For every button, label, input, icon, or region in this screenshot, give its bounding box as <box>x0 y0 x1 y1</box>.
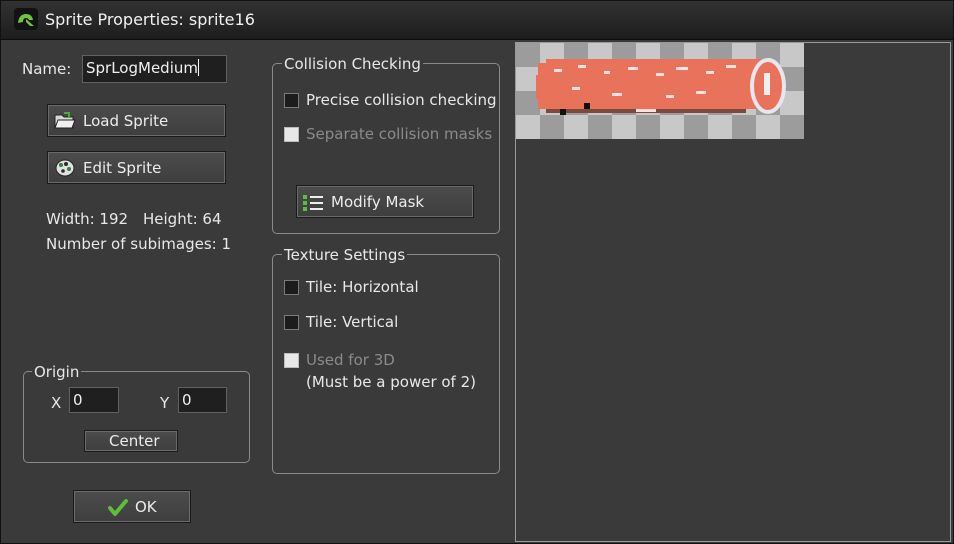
height-info: Height: 64 <box>143 210 222 228</box>
texture-settings-title: Texture Settings <box>282 246 408 264</box>
ok-button[interactable]: OK <box>73 490 191 523</box>
origin-x-input[interactable]: 0 <box>69 387 119 413</box>
subimages-info: Number of subimages: 1 <box>46 235 231 253</box>
collision-checking-title: Collision Checking <box>282 55 423 73</box>
used-for-3d-checkbox[interactable] <box>284 353 299 368</box>
modify-mask-button[interactable]: Modify Mask <box>296 185 474 218</box>
sprite-image <box>516 43 804 139</box>
center-label: Center <box>109 432 160 450</box>
edit-sprite-label: Edit Sprite <box>83 158 162 177</box>
load-sprite-label: Load Sprite <box>83 111 169 130</box>
precise-collision-label: Precise collision checking <box>306 91 497 109</box>
origin-title: Origin <box>32 363 82 381</box>
origin-x-label: X <box>51 394 62 412</box>
tile-horizontal-checkbox[interactable] <box>284 280 299 295</box>
separate-masks-checkbox[interactable] <box>284 127 299 142</box>
tile-vertical-checkbox[interactable] <box>284 315 299 330</box>
center-button[interactable]: Center <box>84 430 178 452</box>
name-input[interactable]: SprLogMedium <box>82 55 227 83</box>
origin-y-input[interactable]: 0 <box>178 387 227 413</box>
window-title: Sprite Properties: sprite16 <box>45 10 255 29</box>
name-label: Name: <box>22 60 72 78</box>
name-value: SprLogMedium <box>86 59 198 77</box>
folder-open-icon <box>54 112 76 134</box>
edit-sprite-button[interactable]: Edit Sprite <box>47 151 226 184</box>
origin-y-label: Y <box>160 394 170 412</box>
paint-palette-icon <box>54 159 76 181</box>
load-sprite-button[interactable]: Load Sprite <box>47 104 226 137</box>
sprite-preview-panel <box>515 42 951 542</box>
width-info: Width: 192 <box>46 210 129 228</box>
tile-horizontal-label: Tile: Horizontal <box>306 278 419 296</box>
sprite-properties-window: Sprite Properties: sprite16 Name: SprLog… <box>0 0 954 544</box>
separate-masks-label: Separate collision masks <box>306 125 493 143</box>
title-bar[interactable]: Sprite Properties: sprite16 <box>1 1 953 40</box>
precise-collision-checkbox[interactable] <box>284 93 299 108</box>
used-for-3d-label: Used for 3D <box>306 351 395 369</box>
ok-label: OK <box>135 497 157 516</box>
checkmark-icon <box>108 499 128 521</box>
modify-mask-label: Modify Mask <box>331 192 425 211</box>
used-for-3d-note: (Must be a power of 2) <box>306 373 476 391</box>
list-icon <box>302 194 324 216</box>
gamemaker-logo-icon <box>14 8 38 30</box>
tile-vertical-label: Tile: Vertical <box>306 313 399 331</box>
